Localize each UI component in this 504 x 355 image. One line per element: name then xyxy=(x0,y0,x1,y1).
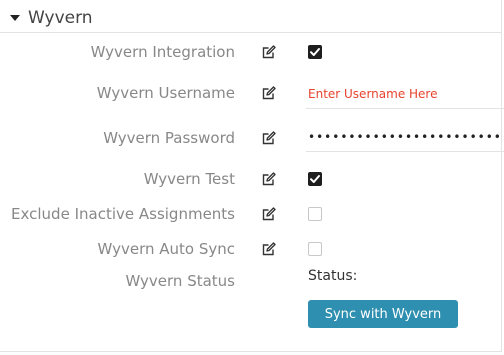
wyvern-password-input[interactable] xyxy=(306,122,504,152)
label-wyvern-auto-sync: Wyvern Auto Sync xyxy=(97,240,235,258)
label-wyvern-password: Wyvern Password xyxy=(103,129,235,147)
section-title: Wyvern xyxy=(28,8,93,28)
label-wyvern-status: Wyvern Status xyxy=(125,272,235,290)
label-wyvern-test: Wyvern Test xyxy=(143,170,235,188)
divider xyxy=(0,32,502,33)
check-icon xyxy=(310,175,320,183)
status-text: Status: xyxy=(308,268,358,284)
label-wyvern-username: Wyvern Username xyxy=(96,84,235,102)
edit-icon[interactable] xyxy=(262,242,276,256)
wyvern-integration-checkbox[interactable] xyxy=(308,45,322,59)
edit-icon[interactable] xyxy=(262,45,276,59)
check-icon xyxy=(310,48,320,56)
edit-icon[interactable] xyxy=(262,207,276,221)
wyvern-username-input[interactable] xyxy=(306,79,504,109)
edit-icon[interactable] xyxy=(262,172,276,186)
wyvern-test-checkbox[interactable] xyxy=(308,172,322,186)
caret-down-icon[interactable] xyxy=(10,15,20,21)
sync-with-wyvern-button[interactable]: Sync with Wyvern xyxy=(308,300,458,328)
wyvern-auto-sync-checkbox[interactable] xyxy=(308,242,322,256)
label-wyvern-integration: Wyvern Integration xyxy=(90,43,235,61)
edit-icon[interactable] xyxy=(262,86,276,100)
wyvern-settings-panel: Wyvern Wyvern Integration Wyvern Usernam… xyxy=(0,0,504,352)
section-header[interactable]: Wyvern xyxy=(10,6,93,30)
label-exclude-inactive-assignments: Exclude Inactive Assignments xyxy=(11,205,235,223)
edit-icon[interactable] xyxy=(262,131,276,145)
exclude-inactive-assignments-checkbox[interactable] xyxy=(308,207,322,221)
